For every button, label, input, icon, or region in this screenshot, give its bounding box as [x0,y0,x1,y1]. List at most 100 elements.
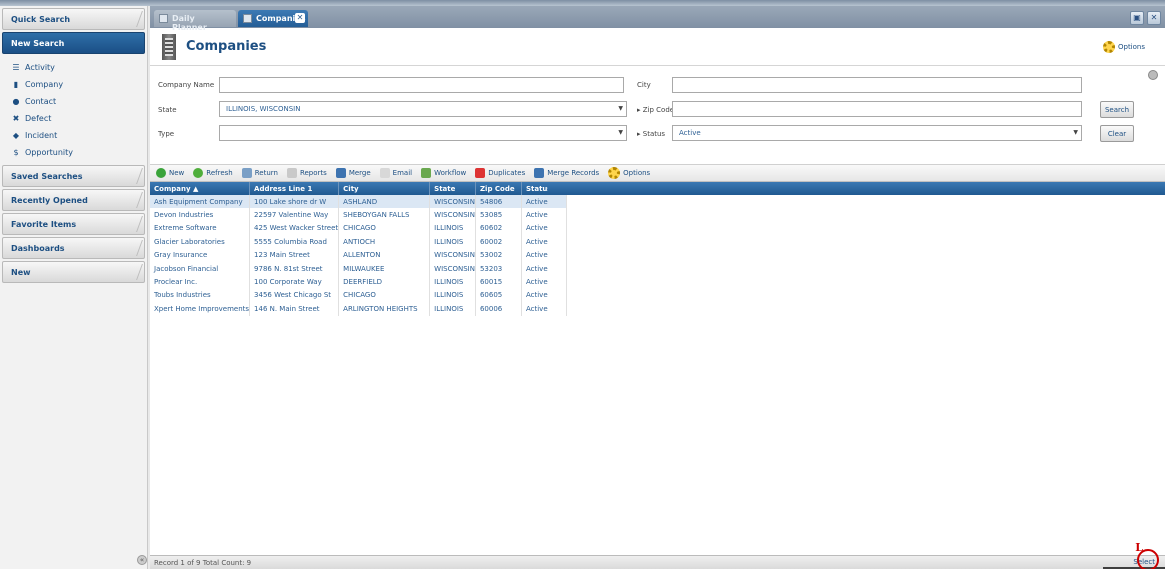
sidebar-item-opportunity[interactable]: $ Opportunity [0,142,147,159]
record-count: Record 1 of 9 Total Count: 9 [154,559,252,567]
sidebar-section-label: Dashboards [11,244,65,253]
sidebar-section-dashboards[interactable]: Dashboards [2,237,145,259]
return-button[interactable]: Return [241,168,278,178]
state-select-value: ILLINOIS, WISCONSIN [226,105,301,113]
table-cell: 9786 N. 81st Street [249,261,340,276]
search-button[interactable]: Search [1100,101,1134,118]
table-row[interactable]: Xpert Home Improvements 146 N. Main Stree… [150,302,567,316]
reports-button-label: Reports [299,169,327,177]
city-field[interactable] [672,77,1082,93]
table-cell: ILLINOIS [429,288,476,303]
sidebar-section-favorite-items[interactable]: Favorite Items [2,213,145,235]
gear-icon [1102,41,1115,53]
table-cell: Toubs Industries [150,288,251,303]
merge-button[interactable]: Merge [335,168,371,178]
zip-code-label-text: Zip Code [642,106,675,114]
state-select[interactable]: ILLINOIS, WISCONSIN ▼ [219,101,627,117]
sidebar-quick-search[interactable]: Quick Search [2,8,145,30]
column-header[interactable]: City [338,182,431,195]
column-header[interactable]: Zip Code [475,182,522,195]
clear-button[interactable]: Clear [1100,125,1134,142]
new-button-label: New [169,169,185,177]
section-arrow-icon [122,190,144,210]
email-button[interactable]: Email [379,168,412,178]
sidebar-item-incident[interactable]: ◆ Incident [0,125,147,142]
table-cell: Ash Equipment Company [150,195,251,209]
report-icon [286,168,297,178]
return-icon [241,168,252,178]
table-cell: Xpert Home Improvements [150,302,251,316]
close-tab-icon[interactable]: ✕ [295,13,305,23]
zip-code-label: ▸ Zip Code [637,106,675,114]
refresh-button[interactable]: Refresh [193,168,233,178]
tab-daily-planner[interactable]: Daily Planner [154,10,236,32]
table-cell: DEERFIELD [338,275,431,289]
tab-bar: Daily Planner Companies ✕ ▣ ✕ [150,6,1165,32]
reports-button[interactable]: Reports [286,168,327,178]
results-grid: Company ▲ Address Line 1 City State Zip Code… [150,182,1165,316]
section-arrow-icon [122,238,144,258]
table-row[interactable]: Ash Equipment Company 100 Lake shore dr W… [150,195,567,209]
table-row[interactable]: Extreme Software 425 West Wacker Street CH… [150,221,567,236]
sidebar-section-recently-opened[interactable]: Recently Opened [2,189,145,211]
toolbar-options-button[interactable]: Options [608,167,650,179]
sidebar-item-company[interactable]: ▮ Company [0,74,147,91]
sidebar-item-activity[interactable]: ☰ Activity [0,57,147,74]
table-cell: 146 N. Main Street [249,302,340,316]
column-header[interactable]: Company ▲ [150,182,251,195]
info-icon[interactable] [1148,70,1158,80]
zip-code-field[interactable] [672,101,1082,117]
table-row[interactable]: Devon Industries 22597 Valentine Way SHEBO… [150,208,567,222]
chevron-down-icon: ▼ [618,129,623,136]
gear-icon [608,167,621,179]
sidebar-new-search[interactable]: New Search [2,32,145,54]
workflow-button-label: Workflow [434,169,467,177]
table-cell: 123 Main Street [249,248,340,262]
status-select-value: Active [679,129,701,137]
sidebar: Quick Search New Search ☰ Activity ▮ Compan… [0,6,148,569]
company-name-field[interactable] [219,77,624,93]
section-arrow-icon [122,9,144,29]
section-arrow-icon [122,214,144,234]
grid-toolbar: New Refresh Return Reports Merge Email W… [150,164,1165,182]
table-cell: 53085 [475,208,522,222]
status-select[interactable]: Active ▼ [672,125,1082,141]
sidebar-item-label: Activity [25,63,55,72]
toolbar-options-label: Options [623,169,651,177]
grid-header-row: Company ▲ Address Line 1 City State Zip Code… [150,182,567,195]
results-table: Company ▲ Address Line 1 City State Zip Code… [150,182,567,316]
table-cell: Active [521,302,567,316]
table-cell: Gray Insurance [150,248,251,262]
sidebar-new-search-label: New Search [11,39,65,48]
merge-records-button[interactable]: Merge Records [534,168,599,178]
email-icon [379,168,390,178]
tab-companies[interactable]: Companies ✕ [238,10,308,27]
column-header[interactable]: Address Line 1 [249,182,340,195]
sidebar-section-saved-searches[interactable]: Saved Searches [2,165,145,187]
restore-window-icon[interactable]: ▣ [1130,11,1144,25]
table-row[interactable]: Jacobson Financial 9786 N. 81st Street MIL… [150,261,567,276]
new-button[interactable]: New [156,168,184,178]
column-header[interactable]: State [429,182,476,195]
collapse-sidebar-icon[interactable]: « [137,555,147,565]
duplicates-button[interactable]: Duplicates [475,168,525,178]
close-window-icon[interactable]: ✕ [1147,11,1161,25]
table-cell: Active [521,221,567,236]
grid-header-fill [548,182,1165,195]
table-cell: Active [521,195,567,209]
sidebar-section-new[interactable]: New [2,261,145,283]
table-row[interactable]: Gray Insurance 123 Main Street ALLENTON WIS… [150,248,567,262]
sidebar-item-contact[interactable]: ● Contact [0,91,147,108]
header-options-button[interactable]: Options [1102,41,1145,53]
table-cell: 60002 [475,235,522,249]
workflow-button[interactable]: Workflow [421,168,466,178]
table-row[interactable]: Proclear Inc. 100 Corporate Way DEERFIELD I… [150,275,567,289]
table-row[interactable]: Toubs Industries 3456 West Chicago St CHIC… [150,288,567,303]
table-row[interactable]: Glacier Laboratories 5555 Columbia Road AN… [150,235,567,249]
sidebar-item-defect[interactable]: ✖ Defect [0,108,147,125]
chevron-down-icon: ▼ [1073,129,1078,136]
sidebar-item-label: Incident [25,131,58,140]
planner-icon [159,14,168,23]
table-cell: 53203 [475,261,522,276]
type-select[interactable]: ▼ [219,125,627,141]
